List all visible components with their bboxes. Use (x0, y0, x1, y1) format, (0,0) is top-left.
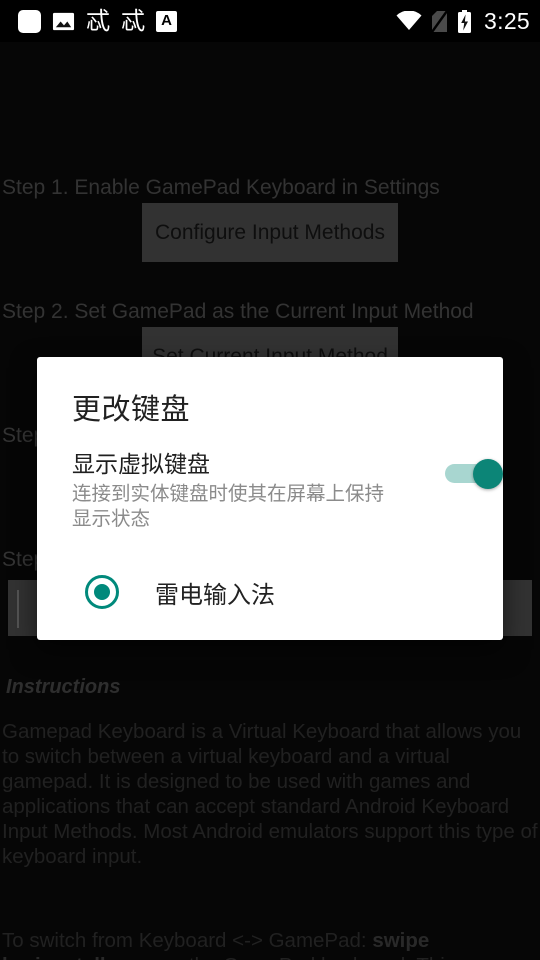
phone-screen: 忒 忒 A 3:25 Step 1. Enable GamePad Keyboa… (0, 0, 540, 960)
ime-option-label: 雷电输入法 (155, 580, 275, 609)
photo-icon (52, 12, 75, 30)
input-method-icon-2: 忒 (121, 7, 145, 35)
show-virtual-keyboard-row[interactable]: 显示虚拟键盘 连接到实体键盘时使其在屏幕上保持显示状态 (72, 451, 503, 531)
ime-option-row[interactable]: 雷电输入法 (37, 561, 503, 623)
input-method-icon-1: 忒 (86, 7, 110, 35)
radio-dot (94, 584, 110, 600)
battery-charging-icon (458, 9, 472, 33)
clock: 3:25 (484, 7, 530, 34)
toggle-thumb (473, 459, 503, 489)
show-virtual-keyboard-label: 显示虚拟键盘 (72, 452, 210, 478)
show-virtual-keyboard-toggle[interactable] (445, 459, 503, 489)
app-square-icon (18, 9, 41, 33)
status-bar-right-icons: 3:25 (396, 8, 530, 35)
no-sim-icon (431, 9, 449, 33)
dialog-title: 更改键盘 (72, 392, 191, 426)
show-virtual-keyboard-description: 连接到实体键盘时使其在屏幕上保持显示状态 (72, 482, 385, 530)
change-keyboard-dialog: 更改键盘 显示虚拟键盘 连接到实体键盘时使其在屏幕上保持显示状态 雷电输入法 (37, 357, 503, 640)
wifi-icon (396, 11, 422, 30)
radio-selected-icon[interactable] (85, 575, 119, 609)
status-bar: 忒 忒 A 3:25 (0, 0, 540, 42)
status-bar-left-icons: 忒 忒 A (10, 9, 396, 33)
keyboard-letter-icon: A (156, 10, 177, 32)
